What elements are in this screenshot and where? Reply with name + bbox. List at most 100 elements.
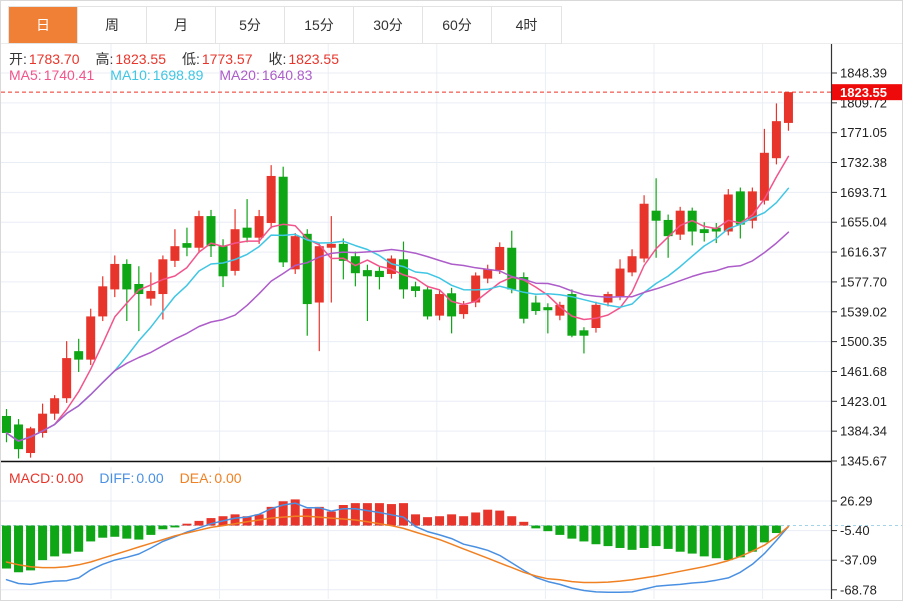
candle-body (531, 303, 540, 311)
candle-body (423, 289, 432, 316)
tab-period-6[interactable]: 60分 (423, 7, 492, 43)
macd-value: 0.00 (214, 470, 241, 486)
ohlc-item: 高:1823.55 (96, 51, 167, 67)
ma-legend: MA5:1740.41MA10:1698.89MA20:1640.83 (9, 67, 328, 83)
axis-label: 1345.67 (840, 454, 887, 469)
ohlc-label: 高: (96, 51, 114, 67)
axis-label: 1693.71 (840, 185, 887, 200)
macd-bar (555, 526, 564, 535)
candle-body (303, 234, 312, 304)
candle-body (14, 424, 23, 449)
axis-label: 1423.01 (840, 394, 887, 409)
axis-label: 1771.05 (840, 125, 887, 140)
candle-body (519, 277, 528, 319)
macd-bar (471, 512, 480, 525)
axis-label: 1732.38 (840, 155, 887, 170)
macd-bar (507, 516, 516, 525)
macd-bar (495, 511, 504, 526)
candle-body (62, 358, 71, 398)
candle-body (411, 286, 420, 291)
candle-body (579, 330, 588, 335)
candle-body (447, 293, 456, 316)
candle-body (772, 121, 781, 158)
macd-bar (182, 524, 191, 526)
ohlc-value: 1823.55 (288, 51, 339, 67)
macd-bar (26, 526, 35, 571)
ohlc-label: 低: (182, 51, 200, 67)
macd-bar (724, 526, 733, 561)
ma-label: MA10: (110, 67, 150, 83)
candle-body (483, 269, 492, 278)
tab-period-7[interactable]: 4时 (492, 7, 561, 43)
candle-body (591, 305, 600, 328)
axis-label: 1461.68 (840, 364, 887, 379)
candle-body (243, 228, 252, 238)
candle-body (567, 294, 576, 336)
tab-period-4[interactable]: 15分 (285, 7, 354, 43)
macd-bar (483, 510, 492, 526)
axis-label: 1500.35 (840, 334, 887, 349)
macd-bar (640, 526, 649, 548)
tab-period-0[interactable]: 日 (9, 7, 78, 43)
candle-body (2, 416, 11, 433)
candle-body (255, 216, 264, 238)
tab-period-1[interactable]: 周 (78, 7, 147, 43)
macd-bar (591, 526, 600, 545)
ma-label: MA20: (219, 67, 259, 83)
ma20-line (7, 232, 789, 441)
tab-period-5[interactable]: 30分 (354, 7, 423, 43)
candle-body (724, 194, 733, 231)
tab-period-3[interactable]: 5分 (216, 7, 285, 43)
axis-label: 1384.34 (840, 424, 887, 439)
macd-label: DIFF: (99, 470, 134, 486)
macd-bar (772, 526, 781, 533)
candle-body (194, 216, 203, 248)
macd-label: DEA: (180, 470, 213, 486)
candle-body (86, 316, 95, 359)
ohlc-item: 低:1773.57 (182, 51, 253, 67)
macd-bar (579, 526, 588, 542)
candle-body (628, 256, 637, 272)
tab-period-2[interactable]: 月 (147, 7, 216, 43)
axis-label: 1655.04 (840, 215, 887, 230)
macd-bar (519, 522, 528, 526)
macd-bar (170, 526, 179, 528)
macd-item: MACD:0.00 (9, 470, 83, 486)
macd-label: MACD: (9, 470, 54, 486)
kline-chart-canvas[interactable]: 1848.391809.721771.051732.381693.711655.… (1, 1, 903, 601)
ma-label: MA5: (9, 67, 42, 83)
macd-bar (628, 526, 637, 550)
axis-label: 1539.02 (840, 304, 887, 319)
macd-bar (158, 526, 167, 530)
candle-body (435, 294, 444, 316)
candle-body (784, 92, 793, 123)
macd-bar (447, 514, 456, 525)
macd-item: DIFF:0.00 (99, 470, 163, 486)
macd-bar (74, 526, 83, 552)
candle-body (122, 264, 131, 289)
candle-body (279, 177, 288, 263)
candle-body (507, 248, 516, 290)
candle-body (170, 246, 179, 261)
candle-body (616, 269, 625, 297)
ohlc-item: 收:1823.55 (269, 51, 340, 67)
macd-bar (351, 503, 360, 525)
macd-bar (760, 526, 769, 543)
macd-bar (375, 503, 384, 525)
macd-bar (194, 521, 203, 526)
macd-bar (38, 526, 47, 561)
macd-value: 0.00 (56, 470, 83, 486)
macd-bar (712, 526, 721, 559)
candle-body (231, 229, 240, 271)
candle-body (267, 176, 276, 223)
macd-bar (700, 526, 709, 557)
candle-body (700, 229, 709, 233)
candle-body (219, 245, 228, 276)
ma-value: 1740.41 (44, 67, 95, 83)
axis-label: -37.09 (840, 553, 877, 568)
axis-label: 1577.70 (840, 274, 887, 289)
macd-bar (98, 526, 107, 538)
candle-body (26, 428, 35, 453)
candle-body (315, 246, 324, 302)
macd-bar (50, 526, 59, 557)
